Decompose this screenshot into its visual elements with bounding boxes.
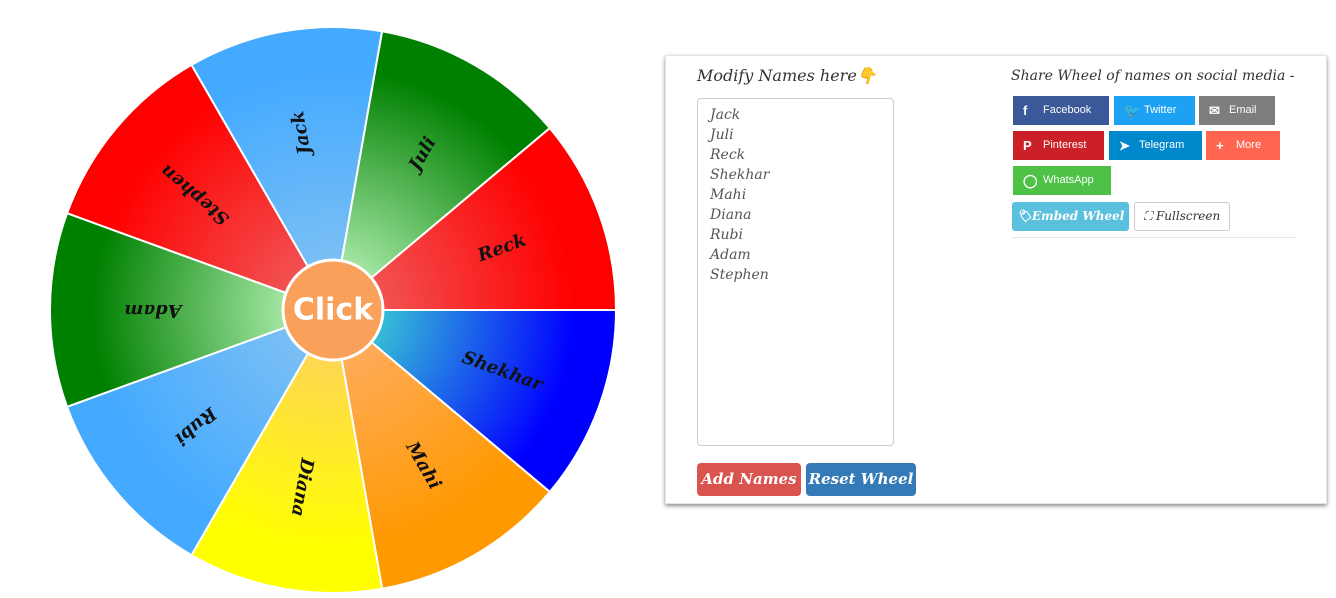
share-label: Pinterest bbox=[1043, 139, 1087, 151]
reset-wheel-button[interactable]: Reset Wheel bbox=[806, 463, 916, 496]
share-more-button[interactable]: + More bbox=[1206, 131, 1280, 160]
spin-wheel[interactable]: ShekharMahiDianaRubiAdamStephenJack JuliR… bbox=[0, 0, 670, 598]
share-label: More bbox=[1236, 139, 1262, 151]
more-icon: + bbox=[1216, 138, 1224, 153]
share-label: WhatsApp bbox=[1043, 174, 1094, 186]
names-panel: Modify Names here👇 Jack Juli Reck Shekha… bbox=[665, 55, 1327, 504]
share-telegram-button[interactable]: ➤ Telegram bbox=[1109, 131, 1202, 160]
share-label: Email bbox=[1229, 104, 1257, 116]
telegram-icon: ➤ bbox=[1119, 138, 1130, 153]
modify-names-title: Modify Names here👇 bbox=[697, 66, 877, 85]
share-label: Twitter bbox=[1144, 104, 1177, 116]
share-label: Telegram bbox=[1139, 139, 1185, 151]
wheel-label: Adam bbox=[124, 300, 183, 321]
embed-wheel-button[interactable]: 🏷Embed Wheel bbox=[1012, 202, 1129, 231]
twitter-icon: 🐦 bbox=[1124, 103, 1141, 118]
fullscreen-button[interactable]: ⛶ Fullscreen bbox=[1134, 202, 1230, 231]
divider bbox=[1012, 237, 1296, 238]
whatsapp-icon: ◯ bbox=[1023, 173, 1038, 188]
add-names-button[interactable]: Add Names bbox=[697, 463, 801, 496]
names-textarea[interactable]: Jack Juli Reck Shekhar Mahi Diana Rubi A… bbox=[697, 98, 894, 446]
share-email-button[interactable]: ✉ Email bbox=[1199, 96, 1275, 125]
share-facebook-button[interactable]: f Facebook bbox=[1013, 96, 1109, 125]
share-label: Facebook bbox=[1043, 104, 1092, 116]
share-title: Share Wheel of names on social media - bbox=[1011, 68, 1295, 84]
share-whatsapp-button[interactable]: ◯ WhatsApp bbox=[1013, 166, 1111, 195]
share-twitter-button[interactable]: 🐦 Twitter bbox=[1114, 96, 1195, 125]
share-pinterest-button[interactable]: P Pinterest bbox=[1013, 131, 1104, 160]
facebook-icon: f bbox=[1023, 103, 1028, 118]
spin-button-label[interactable]: Click bbox=[293, 293, 374, 328]
pinterest-icon: P bbox=[1023, 138, 1032, 153]
email-icon: ✉ bbox=[1209, 103, 1220, 118]
